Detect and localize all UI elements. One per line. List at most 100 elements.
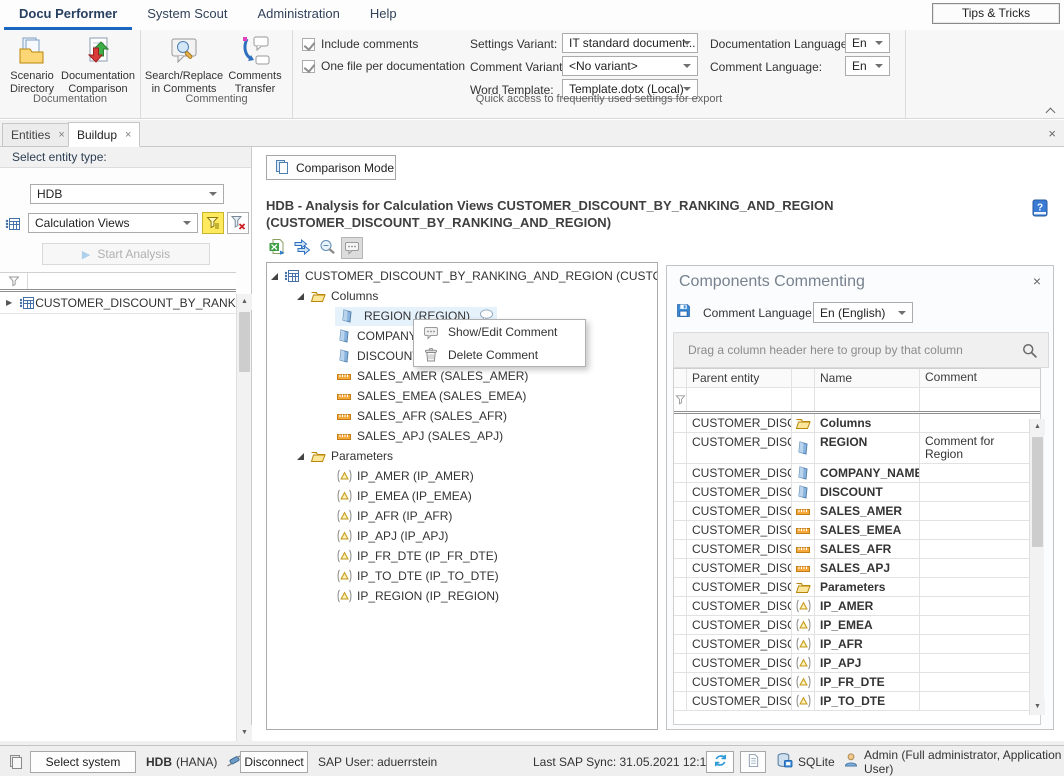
documentation-comparison-button[interactable]: Documentation Comparison — [60, 34, 136, 96]
menu-tab-help[interactable]: Help — [355, 0, 412, 30]
tree-node[interactable]: SALES_AMER (SALES_AMER) — [267, 366, 657, 386]
document-log-button[interactable] — [740, 751, 766, 773]
ribbon-collapse-button[interactable] — [1045, 105, 1056, 116]
menu-tab-docu-performer[interactable]: Docu Performer — [4, 0, 132, 30]
tab-close-icon[interactable]: × — [58, 129, 64, 141]
table-row[interactable]: CUSTOMER_DISC...COMPANY_NAME — [674, 464, 1040, 483]
tab-entities[interactable]: Entities × — [2, 123, 74, 147]
table-filter-row[interactable] — [674, 388, 1040, 414]
table-row[interactable]: CUSTOMER_DISC...IP_FR_DTE — [674, 673, 1040, 692]
filter-cell[interactable] — [687, 388, 792, 411]
tree-node[interactable]: IP_TO_DTE (IP_TO_DTE) — [267, 566, 657, 586]
zoom-button[interactable] — [316, 237, 338, 259]
tree-node[interactable]: SALES_AFR (SALES_AFR) — [267, 406, 657, 426]
comment-variant-select[interactable]: <No variant> — [562, 56, 698, 76]
refresh-button[interactable] — [706, 751, 734, 773]
documentation-language-select[interactable]: En — [845, 33, 890, 53]
tree-node[interactable]: IP_AMER (IP_AMER) — [267, 466, 657, 486]
notes-icon[interactable] — [8, 746, 24, 776]
table-row[interactable]: CUSTOMER_DISC...IP_AMER — [674, 597, 1040, 616]
filter-cell[interactable] — [792, 388, 815, 411]
expand-icon[interactable] — [271, 273, 278, 280]
search-icon[interactable] — [1021, 342, 1038, 362]
start-analysis-button[interactable]: ▶ Start Analysis — [42, 243, 210, 265]
expand-icon[interactable] — [297, 453, 304, 460]
include-comments-checkbox[interactable]: Include comments — [302, 37, 418, 51]
one-file-checkbox[interactable]: One file per documentation — [302, 59, 465, 73]
tree-node[interactable]: CUSTOMER_DISCOUNT_BY_RANKING_AND_REGION … — [267, 266, 657, 286]
tree-node[interactable]: IP_APJ (IP_APJ) — [267, 526, 657, 546]
filter-cell[interactable] — [920, 388, 1025, 411]
save-icon[interactable] — [675, 302, 692, 322]
comments-toggle-button[interactable] — [341, 237, 363, 259]
comparison-mode-button[interactable]: Comparison Mode — [266, 155, 396, 180]
search-replace-button[interactable]: Search/Replace in Comments — [148, 34, 220, 96]
scroll-thumb[interactable] — [239, 312, 250, 372]
filter-cell[interactable] — [815, 388, 920, 411]
disconnect-button[interactable]: Disconnect — [240, 751, 308, 773]
tips-and-tricks-button[interactable]: Tips & Tricks — [932, 3, 1060, 24]
column-header-comment[interactable]: Comment — [920, 369, 1025, 387]
table-row[interactable]: CUSTOMER_DISC...SALES_AMER — [674, 502, 1040, 521]
scroll-thumb[interactable] — [1032, 437, 1043, 547]
column-header-icon[interactable] — [792, 369, 815, 387]
cell-parent-entity: CUSTOMER_DISC... — [687, 635, 792, 653]
scroll-up-icon[interactable]: ▲ — [237, 294, 252, 310]
column-header-name[interactable]: Name — [815, 369, 920, 387]
table-row[interactable]: CUSTOMER_DISC...IP_TO_DTE — [674, 692, 1040, 711]
comments-transfer-button[interactable]: Comments Transfer — [224, 34, 286, 96]
menu-tab-system-scout[interactable]: System Scout — [132, 0, 242, 30]
entity-grid-filter-row[interactable] — [0, 273, 236, 292]
scroll-down-icon[interactable]: ▼ — [1030, 699, 1045, 715]
filter-button[interactable] — [202, 212, 224, 234]
table-row[interactable]: CUSTOMER_DISC...IP_AFR — [674, 635, 1040, 654]
column-header-parent-entity[interactable]: Parent entity — [687, 369, 792, 387]
tree-node[interactable]: IP_EMEA (IP_EMEA) — [267, 486, 657, 506]
table-row[interactable]: CUSTOMER_DISC...SALES_APJ — [674, 559, 1040, 578]
expand-icon[interactable] — [297, 293, 304, 300]
table-row[interactable]: CUSTOMER_DISC...Parameters — [674, 578, 1040, 597]
transfer-button[interactable] — [291, 237, 313, 259]
tree-node[interactable]: Columns — [267, 286, 657, 306]
comment-language-label: Comment Language — [703, 306, 812, 320]
tree-node[interactable]: SALES_APJ (SALES_APJ) — [267, 426, 657, 446]
comments-table-scrollbar[interactable]: ▲ ▼ — [1029, 419, 1044, 715]
menu-tab-administration[interactable]: Administration — [242, 0, 354, 30]
tree-node[interactable]: SALES_EMEA (SALES_EMEA) — [267, 386, 657, 406]
context-menu-item-delete-comment[interactable]: Delete Comment — [414, 343, 585, 366]
scenario-directory-button[interactable]: Scenario Directory — [6, 34, 58, 96]
comment-language-select[interactable]: En (English) — [813, 302, 913, 323]
context-menu-item-show-edit-comment[interactable]: Show/Edit Comment — [414, 320, 585, 343]
table-row[interactable]: CUSTOMER_DISC...Columns — [674, 414, 1040, 433]
help-icon[interactable]: ? — [1030, 198, 1050, 221]
tree-node[interactable]: Parameters — [267, 446, 657, 466]
components-panel-title: Components Commenting — [679, 273, 865, 291]
table-row[interactable]: CUSTOMER_DISC...SALES_EMEA — [674, 521, 1040, 540]
row-expand-icon[interactable]: ▶ — [0, 298, 18, 307]
select-system-button[interactable]: Select system — [30, 751, 136, 773]
table-row[interactable]: CUSTOMER_DISC...IP_APJ — [674, 654, 1040, 673]
clear-filter-button[interactable] — [227, 212, 249, 234]
tree-node[interactable]: IP_REGION (IP_REGION) — [267, 586, 657, 606]
table-row[interactable]: CUSTOMER_DISC...REGIONComment for Region — [674, 433, 1040, 464]
scroll-up-icon[interactable]: ▲ — [1030, 419, 1045, 435]
panel-close-icon[interactable]: × — [1033, 273, 1041, 289]
excel-export-button[interactable] — [266, 237, 288, 259]
group-by-bar[interactable]: Drag a column header here to group by th… — [673, 332, 1049, 368]
entity-row[interactable]: ▶ CUSTOMER_DISCOUNT_BY_RANKING_AND_REGIO… — [0, 292, 236, 314]
tree-node[interactable]: IP_FR_DTE (IP_FR_DTE) — [267, 546, 657, 566]
system-select[interactable]: HDB — [30, 184, 224, 204]
table-row[interactable]: CUSTOMER_DISC...IP_EMEA — [674, 616, 1040, 635]
settings-variant-select[interactable]: IT standard document... — [562, 33, 698, 53]
tab-close-icon[interactable]: × — [125, 129, 131, 141]
comment-language-ribbon-select[interactable]: En — [845, 56, 890, 76]
cell-parent-entity: CUSTOMER_DISC... — [687, 559, 792, 577]
left-grid-scrollbar[interactable]: ▲ ▼ — [236, 294, 251, 741]
table-row[interactable]: CUSTOMER_DISC...DISCOUNT — [674, 483, 1040, 502]
tree-node[interactable]: IP_AFR (IP_AFR) — [267, 506, 657, 526]
table-row[interactable]: CUSTOMER_DISC...SALES_AFR — [674, 540, 1040, 559]
tabstrip-close-icon[interactable]: × — [1048, 126, 1056, 141]
entity-type-select[interactable]: Calculation Views — [28, 213, 198, 233]
scroll-down-icon[interactable]: ▼ — [237, 725, 252, 741]
tab-buildup[interactable]: Buildup × — [68, 122, 140, 147]
